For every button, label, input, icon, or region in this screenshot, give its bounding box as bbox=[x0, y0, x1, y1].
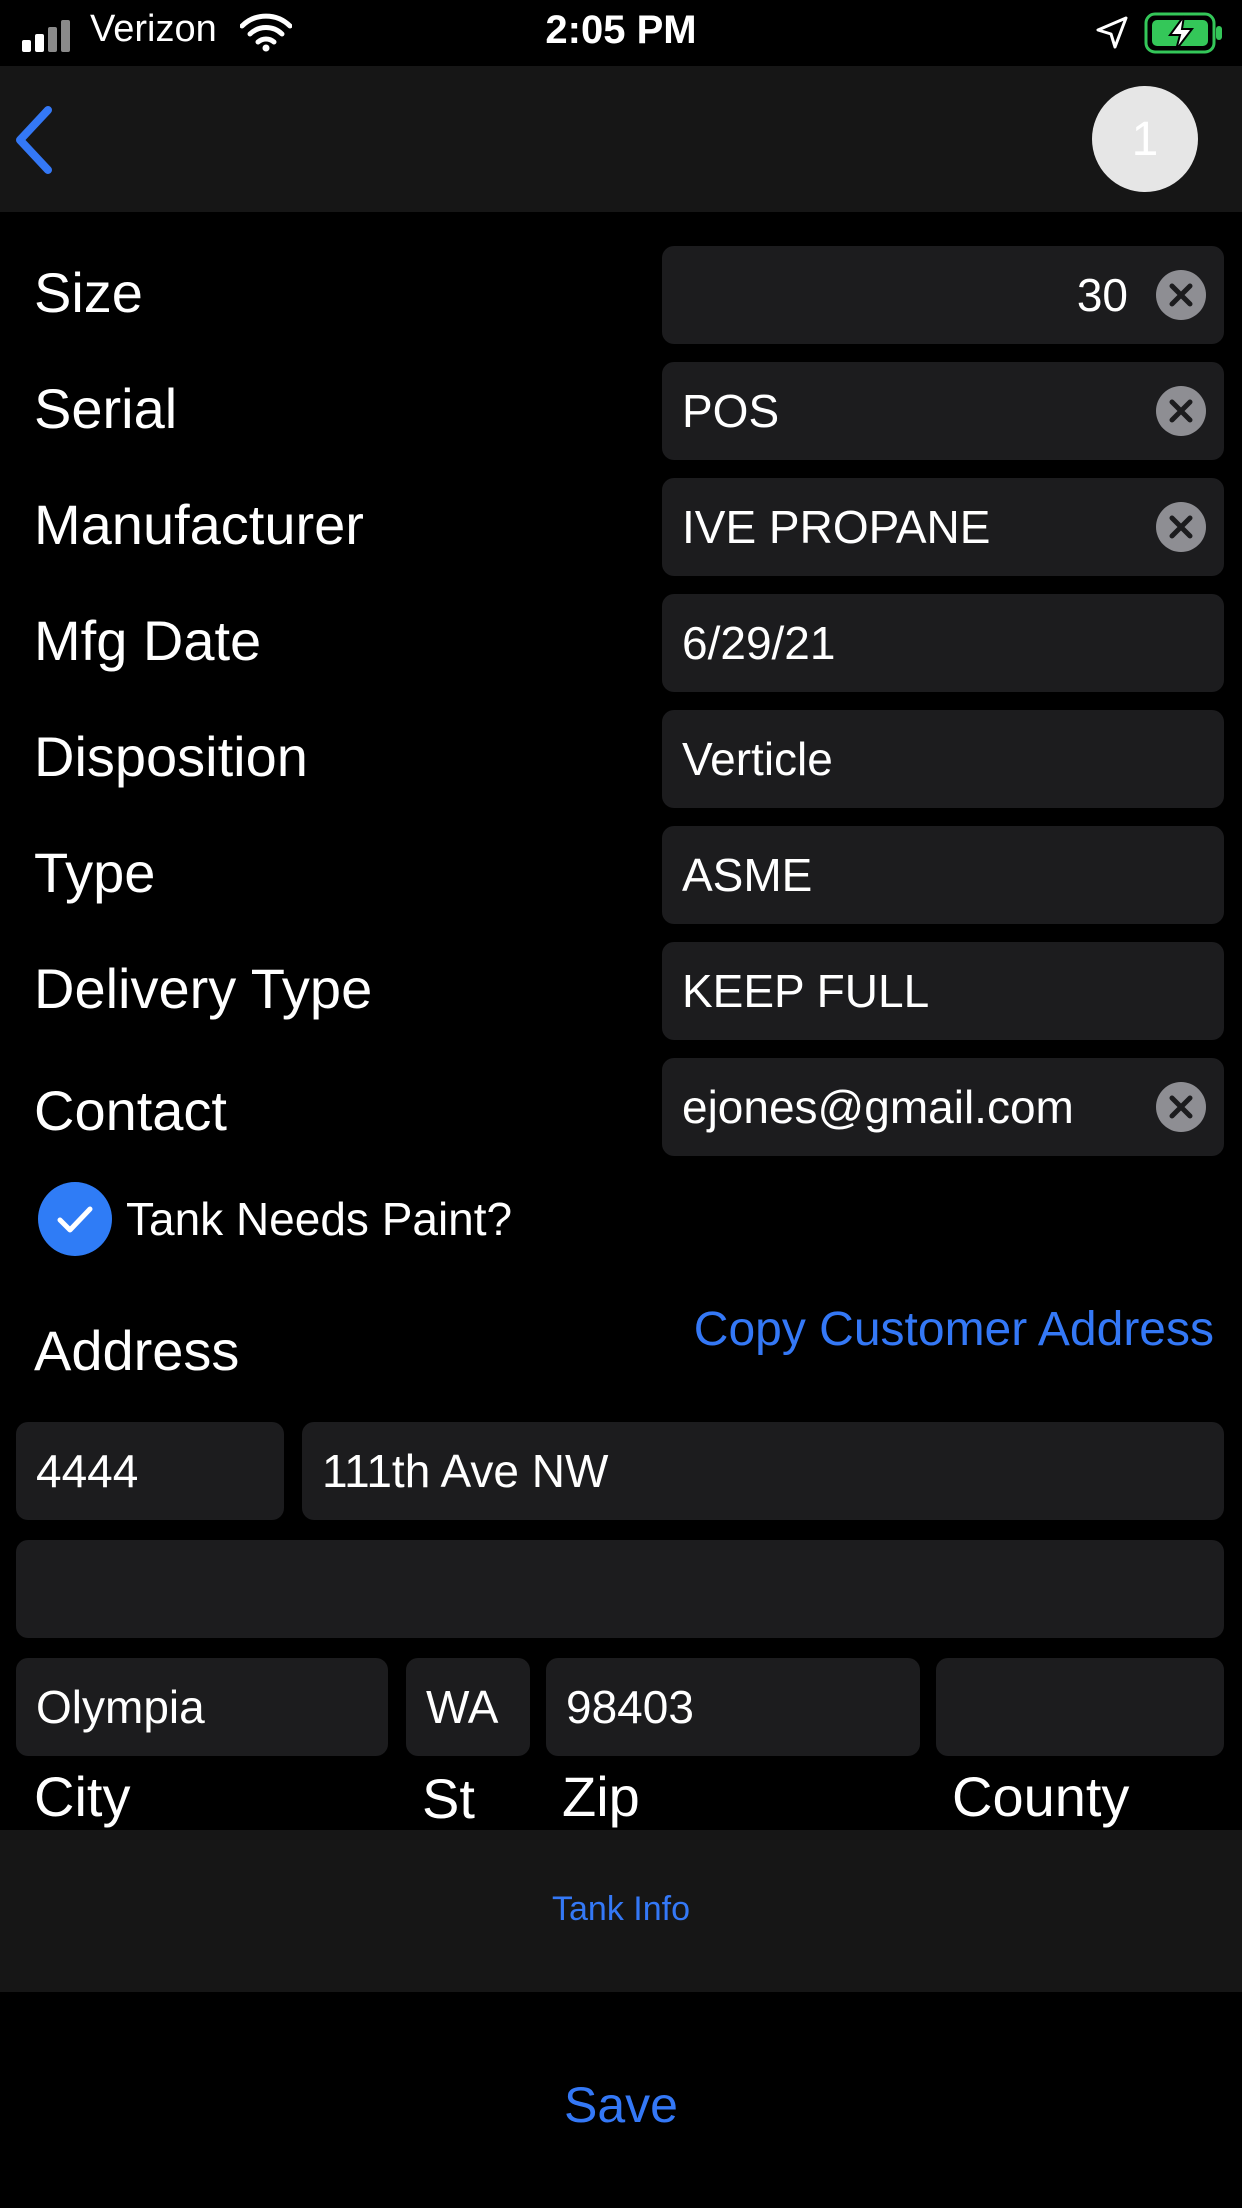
badge-count: 1 bbox=[1131, 112, 1159, 166]
tab-tank-info[interactable]: Tank Info bbox=[0, 1890, 1242, 1929]
contact-value: ejones@gmail.com bbox=[682, 1081, 1074, 1133]
zip-label: Zip bbox=[562, 1765, 640, 1828]
size-label: Size bbox=[34, 261, 143, 324]
size-field[interactable]: 30 bbox=[662, 246, 1224, 344]
clear-icon[interactable] bbox=[1156, 386, 1206, 436]
navigation-bar bbox=[0, 66, 1242, 212]
county-field[interactable] bbox=[936, 1658, 1224, 1756]
status-bar: Verizon 2:05 PM bbox=[0, 0, 1242, 66]
manufacturer-field[interactable]: IVE PROPANE bbox=[662, 478, 1224, 576]
delivery-type-value: KEEP FULL bbox=[682, 965, 930, 1017]
delivery-type-field[interactable]: KEEP FULL bbox=[662, 942, 1224, 1040]
mfg-date-field[interactable]: 6/29/21 bbox=[662, 594, 1224, 692]
street-number-value: 4444 bbox=[36, 1445, 139, 1497]
save-button[interactable]: Save bbox=[0, 2076, 1242, 2134]
street-number-field[interactable]: 4444 bbox=[16, 1422, 284, 1520]
manufacturer-label: Manufacturer bbox=[34, 493, 364, 556]
zip-value: 98403 bbox=[566, 1681, 694, 1733]
contact-label: Contact bbox=[34, 1079, 227, 1142]
state-value: WA bbox=[426, 1681, 499, 1733]
clear-icon[interactable] bbox=[1156, 1082, 1206, 1132]
copy-customer-address-link[interactable]: Copy Customer Address bbox=[694, 1302, 1214, 1357]
location-arrow-icon bbox=[1096, 16, 1128, 49]
clear-icon[interactable] bbox=[1156, 270, 1206, 320]
battery-charging-icon bbox=[1144, 12, 1222, 54]
notification-badge[interactable]: 1 bbox=[1092, 86, 1198, 192]
size-value: 30 bbox=[1076, 269, 1128, 321]
city-field[interactable]: Olympia bbox=[16, 1658, 388, 1756]
address-heading: Address bbox=[34, 1319, 240, 1382]
state-label: St bbox=[422, 1767, 475, 1830]
city-value: Olympia bbox=[36, 1681, 205, 1733]
disposition-label: Disposition bbox=[34, 725, 308, 788]
type-value: ASME bbox=[682, 849, 813, 901]
address-line2-field[interactable] bbox=[16, 1540, 1224, 1638]
contact-field[interactable]: ejones@gmail.com bbox=[662, 1058, 1224, 1156]
serial-label: Serial bbox=[34, 377, 178, 440]
zip-field[interactable]: 98403 bbox=[546, 1658, 920, 1756]
tank-needs-paint-checkbox[interactable] bbox=[38, 1182, 112, 1256]
tank-needs-paint-label: Tank Needs Paint? bbox=[126, 1193, 513, 1245]
state-field[interactable]: WA bbox=[406, 1658, 530, 1756]
mfg-date-label: Mfg Date bbox=[34, 609, 262, 672]
checkmark-icon bbox=[57, 1206, 93, 1233]
serial-value: POS bbox=[682, 385, 780, 437]
street-name-field[interactable]: 111th Ave NW bbox=[302, 1422, 1224, 1520]
type-field[interactable]: ASME bbox=[662, 826, 1224, 924]
status-time: 2:05 PM bbox=[545, 8, 697, 52]
mfg-date-value: 6/29/21 bbox=[682, 617, 836, 669]
disposition-field[interactable]: Verticle bbox=[662, 710, 1224, 808]
manufacturer-value: IVE PROPANE bbox=[682, 501, 991, 553]
clear-icon[interactable] bbox=[1156, 502, 1206, 552]
serial-field[interactable]: POS bbox=[662, 362, 1224, 460]
city-label: City bbox=[34, 1765, 131, 1828]
street-name-value: 111th Ave NW bbox=[322, 1445, 609, 1497]
delivery-type-label: Delivery Type bbox=[34, 957, 373, 1020]
type-label: Type bbox=[34, 841, 156, 904]
county-label: County bbox=[952, 1765, 1130, 1828]
back-chevron-icon[interactable] bbox=[12, 104, 56, 176]
disposition-value: Verticle bbox=[682, 733, 833, 785]
